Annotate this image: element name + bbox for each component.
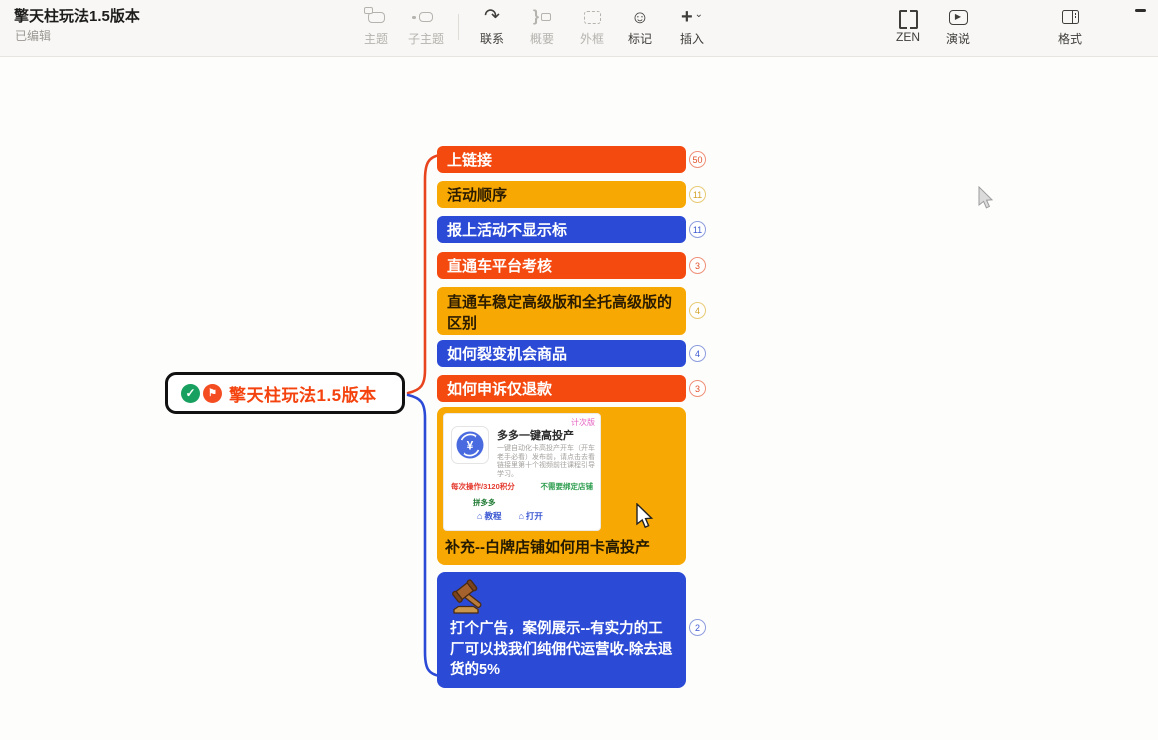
summary-button[interactable]: } 概要 [516,6,568,47]
relation-button[interactable]: ↷ 联系 [466,6,518,47]
format-icon [1044,6,1096,28]
mindmap-canvas[interactable]: ✓ ⚑ 擎天柱玩法1.5版本 上链接 活动顺序 报上活动不显示标 直通车平台考核… [0,58,1158,740]
topic-node[interactable]: 如何裂变机会商品 [437,340,686,367]
insert-icon: +⌄ [666,6,718,28]
house-icon: ⌂ [518,511,523,521]
topic-node-with-image[interactable]: 计次版 ¥ 多多一键高投产 一键自动化卡高投产开车（开车老手必看）发布前，请点击… [437,407,686,565]
topic-node-label: 补充--白牌店铺如何用卡高投产 [445,536,650,557]
topic-node-label: 上链接 [447,149,492,170]
topic-count-badge[interactable]: 11 [689,186,706,203]
mindmap-app: 擎天柱玩法1.5版本 已编辑 主题 子主题 ↷ 联系 } 概要 外框 ☺ 标记 … [0,0,1158,740]
boundary-button[interactable]: 外框 [566,6,618,47]
subtopic-icon [400,6,452,28]
root-node[interactable]: ✓ ⚑ 擎天柱玩法1.5版本 [165,372,405,414]
svg-text:¥: ¥ [467,439,474,453]
house-icon: ⌂ [477,511,482,521]
topic-node-label: 如何申诉仅退款 [447,378,552,399]
topic-button[interactable]: 主题 [350,6,402,47]
root-markers: ✓ ⚑ [181,384,222,403]
topic-count-badge[interactable]: 3 [689,257,706,274]
card-app-title: 多多一键高投产 [497,427,574,443]
topic-count-badge[interactable]: 4 [689,302,706,319]
card-edition-tag: 计次版 [571,417,595,428]
topic-count-badge[interactable]: 50 [689,151,706,168]
topic-count-badge[interactable]: 3 [689,380,706,397]
mouse-cursor-ghost [977,186,999,212]
present-button[interactable]: ▶ 演说 [932,6,984,47]
topic-count-badge[interactable]: 11 [689,221,706,238]
topic-node-label: 报上活动不显示标 [447,219,567,240]
toolbar: 擎天柱玩法1.5版本 已编辑 主题 子主题 ↷ 联系 } 概要 外框 ☺ 标记 … [0,0,1158,57]
card-links: ⌂教程 ⌂打开 [477,510,543,522]
topic-node-label: 活动顺序 [447,184,507,205]
topic-node-label: 打个广告，案例展示--有实力的工厂可以找我们纯佣代运营收-除去退货的5% [450,619,676,681]
zen-icon [882,6,934,28]
card-cost-text: 每次操作/3120积分 [451,481,515,492]
topic-node[interactable]: 直通车稳定高级版和全托高级版的区别 [437,287,686,335]
check-circle-icon[interactable]: ✓ [181,384,200,403]
relation-icon: ↷ [466,6,518,28]
topic-node[interactable]: 如何申诉仅退款 [437,375,686,402]
window-minimize-dash[interactable] [1135,9,1146,12]
card-platform-text: 拼多多 [473,497,496,508]
topic-node-label: 直通车平台考核 [447,255,552,276]
yuan-refresh-icon: ¥ [455,430,485,460]
flag-circle-icon[interactable]: ⚑ [203,384,222,403]
present-icon: ▶ [932,6,984,28]
topic-count-badge[interactable]: 4 [689,345,706,362]
card-open-link: ⌂打开 [518,510,542,522]
root-node-label: 擎天柱玩法1.5版本 [229,381,377,406]
subtopic-button[interactable]: 子主题 [400,6,452,47]
embedded-screenshot-image[interactable]: 计次版 ¥ 多多一键高投产 一键自动化卡高投产开车（开车老手必看）发布前，请点击… [443,413,601,531]
topic-node[interactable]: 报上活动不显示标 [437,216,686,243]
card-note-text: 不需要绑定店铺 [541,481,594,492]
topic-node[interactable]: 上链接 [437,146,686,173]
zen-button[interactable]: ZEN [882,6,934,44]
insert-button[interactable]: +⌄ 插入 [666,6,718,47]
card-tutorial-link: ⌂教程 [477,510,501,522]
topic-icon [350,6,402,28]
topic-node-ad[interactable]: 打个广告，案例展示--有实力的工厂可以找我们纯佣代运营收-除去退货的5% [437,572,686,688]
document-status: 已编辑 [15,27,51,44]
gavel-icon [450,579,492,617]
topic-node[interactable]: 直通车平台考核 [437,252,686,279]
card-description: 一键自动化卡高投产开车（开车老手必看）发布前，请点击去看链接里第十个视频前往课程… [497,445,596,479]
topic-node-label: 如何裂变机会商品 [447,343,567,364]
marker-button[interactable]: ☺ 标记 [614,6,666,47]
marker-icon: ☺ [614,6,666,28]
topic-node[interactable]: 活动顺序 [437,181,686,208]
document-title: 擎天柱玩法1.5版本 [14,5,140,26]
toolbar-divider [458,14,459,40]
summary-icon: } [516,6,568,28]
card-app-iconbox: ¥ [451,426,489,464]
format-button[interactable]: 格式 [1044,6,1096,47]
topic-count-badge[interactable]: 2 [689,619,706,636]
boundary-icon [566,6,618,28]
topic-node-label: 直通车稳定高级版和全托高级版的区别 [447,292,676,334]
